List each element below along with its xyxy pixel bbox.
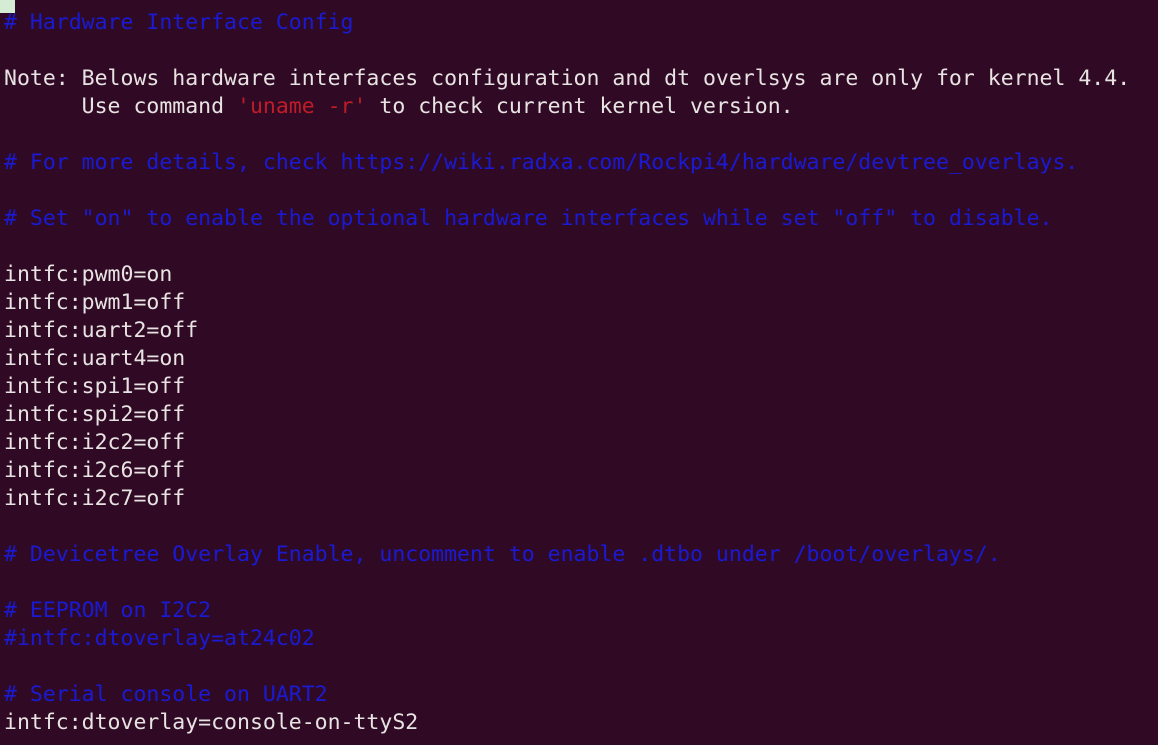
terminal-span-string: 'uname -r' — [237, 94, 367, 119]
terminal-span-comment: # Serial console on UART2 — [4, 682, 328, 707]
terminal-line[interactable]: intfc:spi2=off — [0, 401, 1158, 429]
terminal-line[interactable]: intfc:dtoverlay=console-on-ttyS2 — [0, 709, 1158, 737]
terminal-span-comment: # Devicetree Overlay Enable, uncomment t… — [4, 542, 1001, 567]
terminal-line[interactable]: intfc:i2c6=off — [0, 457, 1158, 485]
terminal-line[interactable]: # Hardware Interface Config — [0, 9, 1158, 37]
terminal-line[interactable]: intfc:pwm1=off — [0, 289, 1158, 317]
terminal-span-comment: # Set "on" to enable the optional hardwa… — [4, 206, 1053, 231]
terminal-line[interactable]: Note: Belows hardware interfaces configu… — [0, 65, 1158, 93]
terminal-span-text: intfc:spi1=off — [4, 374, 186, 399]
terminal-line[interactable]: # For more details, check https://wiki.r… — [0, 149, 1158, 177]
terminal-span-text: Note: Belows hardware interfaces configu… — [4, 66, 1131, 91]
terminal-line[interactable]: Use command 'uname -r' to check current … — [0, 93, 1158, 121]
terminal-span-comment: # Hardware Interface Config — [4, 10, 354, 35]
terminal-span-text: intfc:pwm1=off — [4, 290, 186, 315]
terminal-line[interactable]: #intfc:dtoverlay=at24c02 — [0, 625, 1158, 653]
terminal-span-text: intfc:pwm0=on — [4, 262, 173, 287]
terminal-span-text: intfc:i2c7=off — [4, 486, 186, 511]
terminal-line[interactable]: # EEPROM on I2C2 — [0, 597, 1158, 625]
terminal-span-comment: #intfc:dtoverlay=at24c02 — [4, 626, 315, 651]
terminal-span-text: intfc:dtoverlay=console-on-ttyS2 — [4, 710, 419, 735]
terminal-span-comment: # For more details, check https://wiki.r… — [4, 150, 1079, 175]
terminal-line[interactable]: # Devicetree Overlay Enable, uncomment t… — [0, 541, 1158, 569]
terminal-line[interactable]: intfc:uart4=on — [0, 345, 1158, 373]
terminal-window[interactable]: # Hardware Interface Config Note: Belows… — [0, 0, 1158, 745]
terminal-line[interactable]: # Serial console on UART2 — [0, 681, 1158, 709]
terminal-span-text: Use command — [4, 94, 237, 119]
terminal-line[interactable]: intfc:pwm0=on — [0, 261, 1158, 289]
terminal-line[interactable]: # Set "on" to enable the optional hardwa… — [0, 205, 1158, 233]
terminal-line[interactable]: intfc:spi1=off — [0, 373, 1158, 401]
terminal-line[interactable]: intfc:i2c7=off — [0, 485, 1158, 513]
terminal-span-text: to check current kernel version. — [366, 94, 794, 119]
terminal-span-comment: # EEPROM on I2C2 — [4, 598, 212, 623]
terminal-span-text: intfc:i2c2=off — [4, 430, 186, 455]
terminal-span-text: intfc:uart4=on — [4, 346, 186, 371]
terminal-span-text: intfc:uart2=off — [4, 318, 199, 343]
terminal-line[interactable]: intfc:uart2=off — [0, 317, 1158, 345]
terminal-span-text: intfc:i2c6=off — [4, 458, 186, 483]
terminal-span-text: intfc:spi2=off — [4, 402, 186, 427]
terminal-line[interactable]: intfc:i2c2=off — [0, 429, 1158, 457]
terminal-text-buffer[interactable]: # Hardware Interface Config Note: Belows… — [0, 9, 1158, 737]
